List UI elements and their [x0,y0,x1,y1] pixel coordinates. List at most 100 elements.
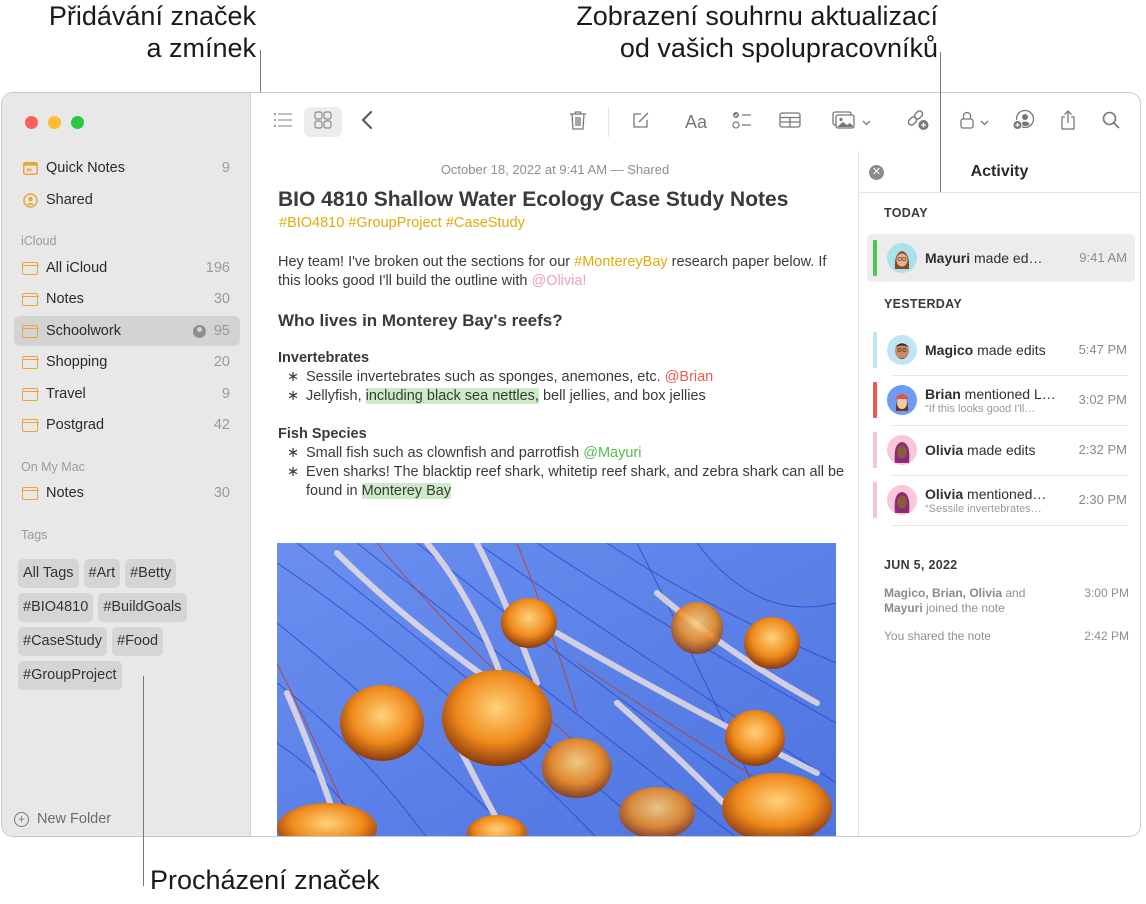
sidebar-item-quick-notes[interactable]: Quick Notes 9 [14,153,240,183]
collaborate-button[interactable] [905,107,931,137]
gallery-view-button[interactable] [304,107,342,137]
callout-line: od vašich spolupracovníků [619,33,938,63]
activity-text: You shared the note [884,629,991,643]
activity-action: made ed… [970,250,1043,266]
list-item: ∗ Even sharks! The blacktip reef shark, w… [278,463,848,501]
new-folder-button[interactable]: + New Folder [14,811,111,827]
shared-folder-icon [192,324,206,338]
activity-section-jun-5: JUN 5, 2022 [884,558,958,572]
table-icon [779,111,801,133]
sidebar-item-label: Notes [46,291,84,307]
activity-text: Brian mentioned L… “If this looks good I'… [925,376,1065,424]
activity-text: Olivia mentioned… “Sessile invertebrates… [925,476,1065,524]
sidebar-folder-postgrad[interactable]: Postgrad 42 [14,410,240,440]
activity-time: 9:41 AM [1079,250,1127,265]
folder-icon [21,486,39,500]
table-button[interactable] [777,107,803,137]
tag-browser: All Tags #Art #Betty #BIO4810 #BuildGoal… [18,559,240,690]
section-title-fish-species: Fish Species [278,426,367,442]
add-people-button[interactable] [1011,107,1037,137]
participant-color-bar [873,382,877,418]
toolbar: Aa [252,93,1140,151]
activity-item[interactable]: Mayuri made ed… 9:41 AM [867,234,1135,282]
sidebar-folder-shopping[interactable]: Shopping 20 [14,347,240,377]
mention-mayuri[interactable]: @Mayuri [583,445,641,461]
activity-item[interactable]: Brian mentioned L… “If this looks good I'… [867,376,1135,424]
list-view-icon [273,112,293,133]
tag-buildgoals[interactable]: #BuildGoals [98,593,187,622]
mention-brian[interactable]: @Brian [665,369,714,385]
lock-button[interactable] [954,107,994,137]
sidebar-folder-all-icloud[interactable]: All iCloud 196 [14,253,240,283]
participant-color-bar [873,240,877,276]
format-button[interactable]: Aa [682,107,710,137]
jellyfish-photo[interactable] [277,543,836,836]
sidebar-folder-schoolwork[interactable]: Schoolwork 95 [14,316,240,346]
activity-item-shared: You shared the note 2:42 PM [884,629,1129,644]
tag-betty[interactable]: #Betty [125,559,177,588]
sidebar-item-count: 196 [205,260,230,276]
activity-item[interactable]: Olivia mentioned… “Sessile invertebrates…… [867,476,1135,524]
minimize-window-button[interactable] [48,116,61,129]
section-header-on-my-mac: On My Mac [21,460,85,474]
text: joined the note [922,601,1005,615]
sidebar-folder-mac-notes[interactable]: Notes 30 [14,478,240,508]
hashtag-montereybay[interactable]: #MontereyBay [574,254,668,270]
activity-panel: ✕ Activity TODAY Mayuri made ed… 9:41 AM… [858,151,1140,836]
tag-art[interactable]: #Art [83,559,121,588]
sidebar-item-count: 95 [213,323,230,339]
tag-casestudy[interactable]: #CaseStudy [18,627,107,656]
tag-bio4810[interactable]: #BIO4810 [18,593,94,622]
callout-activity-summary: Zobrazení souhrnu aktualizací od vašich … [520,0,938,64]
callout-line: Přidávání značek [48,1,256,31]
sidebar-folder-travel[interactable]: Travel 9 [14,379,240,409]
activity-title: Activity [970,163,1029,180]
activity-item[interactable]: Magico made edits 5:47 PM [867,326,1135,374]
delete-button[interactable] [565,107,591,137]
activity-text: Olivia made edits [925,426,1065,474]
lock-icon [959,111,974,134]
activity-excerpt: “If this looks good I'll… [925,402,1036,415]
note-title: BIO 4810 Shallow Water Ecology Case Stud… [278,188,789,211]
activity-time: 2:32 PM [1078,442,1127,457]
tag-all-tags[interactable]: All Tags [18,559,79,588]
activity-text: Magico made edits [925,326,1065,374]
participant-name: Olivia [925,442,964,458]
bullet-icon: ∗ [287,369,300,385]
search-button[interactable] [1100,107,1122,137]
checklist-button[interactable] [730,107,754,137]
sidebar-item-shared[interactable]: Shared [14,185,240,215]
participant-color-bar [873,332,877,368]
list-item: ∗ Small fish such as clownfish and parrot… [278,444,848,463]
activity-section-today: TODAY [884,206,928,220]
media-icon [831,110,858,134]
mention-olivia[interactable]: @Olivia! [531,273,586,289]
tag-groupproject[interactable]: #GroupProject [18,661,122,690]
checklist-icon [732,111,752,134]
zoom-window-button[interactable] [71,116,84,129]
note-editor[interactable]: October 18, 2022 at 9:41 AM — Shared BIO… [252,151,858,836]
highlighted-edit: Monterey Bay [361,483,452,499]
sidebar-item-label: Shopping [46,354,108,370]
list-view-button[interactable] [270,107,296,137]
compose-icon [632,111,650,134]
list-item: ∗ Jellyfish, including black sea nettles,… [278,387,848,406]
back-button[interactable] [356,107,378,137]
sidebar-folder-notes[interactable]: Notes 30 [14,284,240,314]
activity-action: mentioned… [963,485,1047,502]
activity-text: Mayuri made ed… [925,234,1065,282]
text: Sessile invertebrates such as sponges, a… [306,369,665,385]
note-body: Hey team! I've broken out the sections f… [278,253,848,501]
chevron-down-icon [862,113,871,131]
close-window-button[interactable] [25,116,38,129]
avatar-brian [887,385,917,415]
activity-item[interactable]: Olivia made edits 2:32 PM [867,426,1135,474]
note-tags[interactable]: #BIO4810 #GroupProject #CaseStudy [279,215,525,231]
folder-icon [21,418,39,432]
tag-food[interactable]: #Food [112,627,164,656]
callout-leader-line [143,676,144,886]
new-note-button[interactable] [629,107,653,137]
shared-person-icon [22,192,38,208]
media-button[interactable] [828,107,874,137]
share-button[interactable] [1057,107,1079,137]
